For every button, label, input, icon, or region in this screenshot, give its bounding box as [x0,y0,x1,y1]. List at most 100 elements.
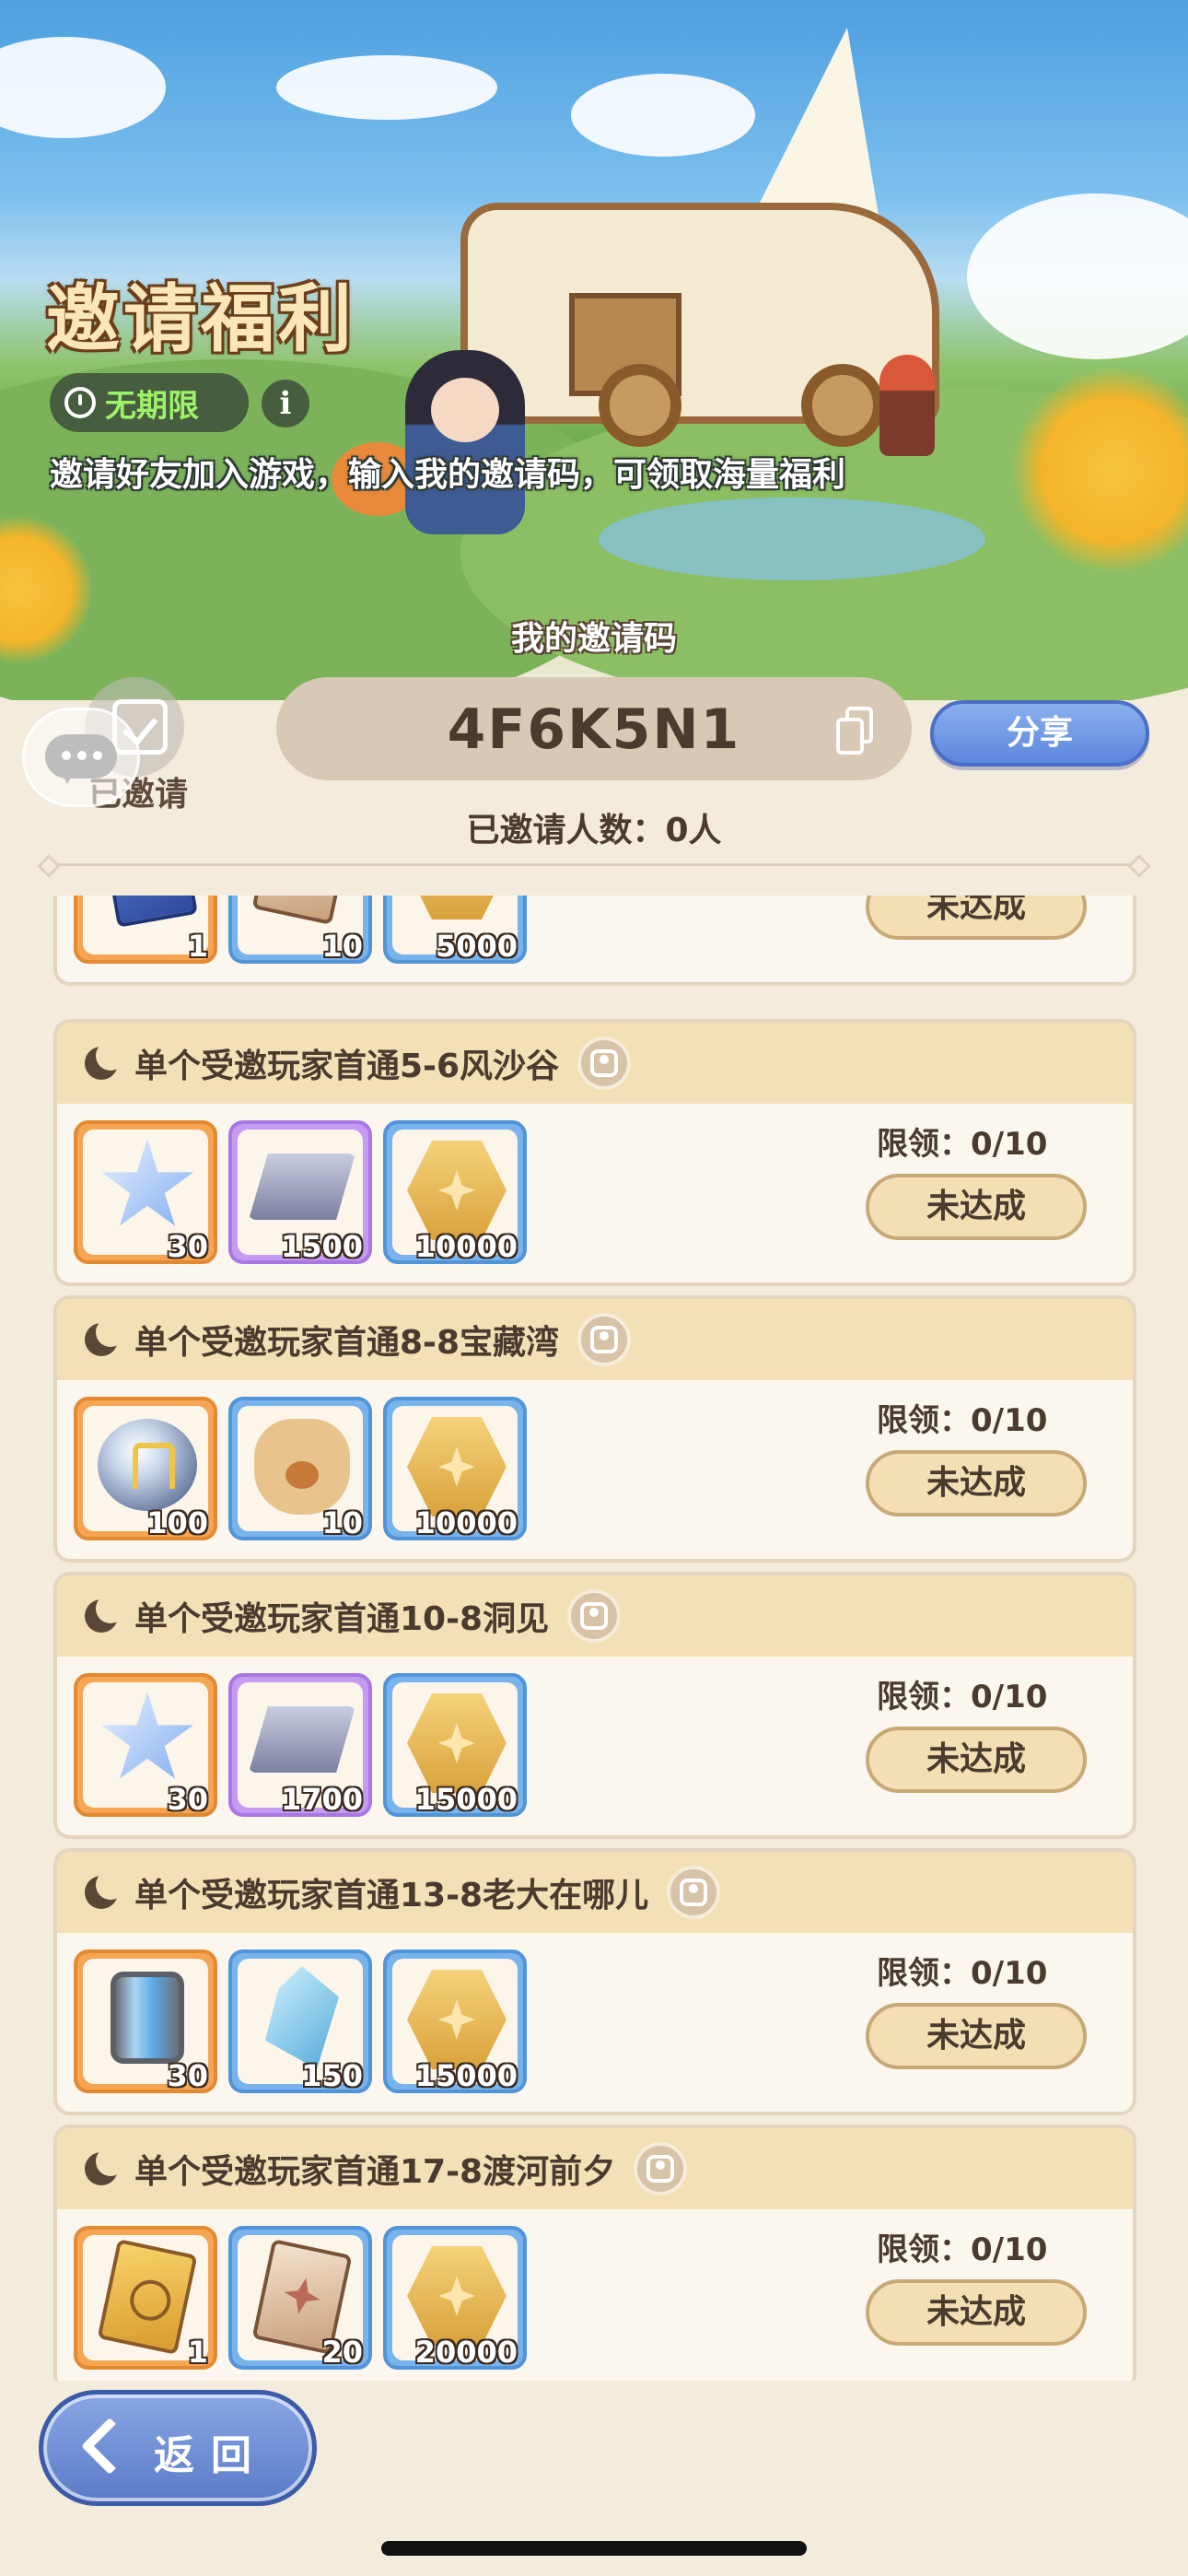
reward-count: 15000 [414,1782,518,1817]
gold-coin-icon [407,1693,507,1793]
duration-label: 无期限 [105,387,199,425]
reward-count: 20000 [414,2335,518,2370]
moon-icon [85,1870,125,1909]
reward-item[interactable]: 5000 [383,896,527,964]
claim-button[interactable]: 未达成 [866,1450,1087,1516]
moon-icon [85,1041,125,1080]
chat-icon [45,734,117,784]
reward-item[interactable]: 1 [74,2226,217,2370]
player-portrait-icon[interactable] [577,1036,632,1090]
mission-title: 单个受邀玩家首通5-6风沙谷 [134,1048,560,1085]
share-button[interactable]: 分享 [930,700,1149,767]
clock-icon [64,387,96,418]
moon-icon [85,1594,125,1633]
moon-icon [85,2147,125,2185]
reward-count: 30 [167,1782,208,1817]
claim-button[interactable]: 未达成 [866,896,1087,940]
reward-item[interactable]: 10000 [383,1397,527,1540]
claim-button[interactable]: 未达成 [866,2279,1087,2346]
blue-card-icon [100,896,198,928]
pond-decoration [599,498,985,580]
reward-count: 10000 [414,1229,518,1264]
blue-crystal-icon [265,1966,339,2069]
player-portrait-icon[interactable] [634,2142,688,2195]
reward-item[interactable]: 30 [74,1673,217,1817]
reward-count: 10000 [414,1505,518,1540]
cloud-decoration [967,193,1188,359]
mission-header: 单个受邀玩家首通13-8老大在哪儿 [57,1852,1133,1933]
reward-item[interactable]: 1500 [228,1120,372,1264]
reward-item[interactable]: 150 [228,1950,372,2093]
mission-card: 单个受邀玩家首通5-6风沙谷 30 1500 10000 限领：0/10 未达成 [53,1019,1136,1286]
reward-item[interactable]: 15000 [383,1673,527,1817]
claim-button[interactable]: 未达成 [866,2003,1087,2069]
mission-card: 单个受邀玩家首通17-8渡河前夕 1 20 20000 限领：0/10 未达成 [53,2125,1136,2381]
back-label: 返回 [154,2432,268,2479]
claim-limit: 限领：0/10 [877,2231,1048,2268]
claim-limit: 限领：0/10 [877,1955,1048,1992]
claim-limit: 限领：0/10 [877,1126,1048,1163]
home-indicator[interactable] [381,2541,807,2556]
star-card-icon [251,896,353,925]
star-crystal-icon [101,1139,193,1226]
rune-orb-icon [98,1419,197,1511]
reward-item[interactable]: 100 [74,1397,217,1540]
reward-count: 100 [146,1505,208,1540]
mission-card: 1 10 5000 未达成 [53,896,1136,986]
chat-button[interactable] [22,708,140,807]
gold-coin-icon [407,896,507,919]
cloud-decoration [276,55,497,120]
duration-badge: 无期限 [50,373,249,432]
reward-count: 5000 [435,929,518,964]
mission-title: 单个受邀玩家首通13-8老大在哪儿 [134,1877,649,1914]
reward-item[interactable]: 10000 [383,1120,527,1264]
energy-canister-icon [111,1972,184,2064]
iron-ingot-icon [249,1153,355,1220]
invite-rewards-screen: 邀请福利 无期限 i 邀请好友加入游戏，输入我的邀请码，可领取海量福利 我的邀请… [0,0,1188,2576]
player-portrait-icon[interactable] [667,1866,721,1919]
reward-count: 30 [167,1229,208,1264]
invited-count: 已邀请人数：0人 [466,812,722,849]
page-description: 邀请好友加入游戏，输入我的邀请码，可领取海量福利 [50,456,846,494]
reward-item[interactable]: 10 [228,896,372,964]
copy-icon[interactable] [836,707,873,755]
reward-item[interactable]: 20000 [383,2226,527,2370]
gold-coin-icon [407,1970,507,2069]
claim-button[interactable]: 未达成 [866,1727,1087,1793]
reward-count: 20 [321,2335,363,2370]
mission-list[interactable]: 1 10 5000 未达成 单个受邀玩家首通5-6风沙谷 30 1500 100… [0,896,1188,2381]
reward-item[interactable]: 10 [228,1397,372,1540]
reward-count: 10 [321,1505,363,1540]
reward-item[interactable]: 1 [74,896,217,964]
mission-header: 单个受邀玩家首通10-8洞见 [57,1575,1133,1657]
reward-item[interactable]: 30 [74,1950,217,2093]
mission-card: 单个受邀玩家首通13-8老大在哪儿 30 150 15000 限领：0/10 未… [53,1848,1136,2115]
player-portrait-icon[interactable] [577,1313,632,1366]
reward-item[interactable]: 20 [228,2226,372,2370]
page-title: 邀请福利 [46,276,355,362]
mission-card: 单个受邀玩家首通8-8宝藏湾 100 10 10000 限领：0/10 未达成 [53,1295,1136,1563]
player-portrait-icon[interactable] [567,1589,622,1643]
back-arrow-icon [76,2420,132,2476]
reward-count: 15000 [414,2058,518,2093]
claim-button[interactable]: 未达成 [866,1174,1087,1240]
moon-icon [85,1317,125,1356]
reward-count: 10 [321,929,363,964]
gold-coin-icon [407,1417,507,1516]
wheel-decoration [599,364,681,447]
mission-title: 单个受邀玩家首通8-8宝藏湾 [134,1324,560,1362]
boy-character [879,355,935,456]
reward-item[interactable]: 1700 [228,1673,372,1817]
claim-limit: 限领：0/10 [877,1679,1048,1715]
witch-girl-character [405,350,525,534]
reward-item[interactable]: 30 [74,1120,217,1264]
mission-title: 单个受邀玩家首通17-8渡河前夕 [134,2153,616,2191]
invite-code-box: 4F6K5N1 [276,677,912,780]
info-icon[interactable]: i [262,380,309,427]
claim-limit: 限领：0/10 [877,1402,1048,1439]
reward-item[interactable]: 15000 [383,1950,527,2093]
invite-code-value: 4F6K5N1 [447,697,741,762]
back-button[interactable]: 返回 [39,2390,317,2506]
cloud-decoration [571,74,755,157]
cloud-decoration [0,37,166,138]
